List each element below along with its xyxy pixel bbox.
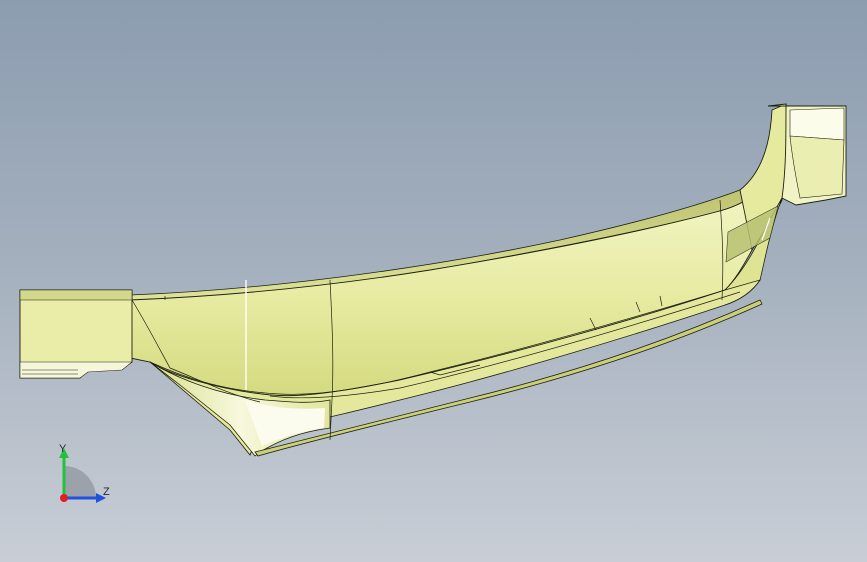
- 3d-model-view[interactable]: [0, 0, 867, 562]
- part-right-block-inner: [789, 135, 845, 199]
- triad-y-label: Y: [59, 443, 67, 455]
- part-right-block-face: [789, 107, 845, 141]
- part-left-block-top: [19, 289, 133, 301]
- 3d-viewport[interactable]: Y Z: [0, 0, 867, 562]
- triad-plane-quadrant: [64, 466, 96, 498]
- triad-x-axis-origin: [60, 494, 68, 502]
- triad-z-label: Z: [103, 486, 110, 498]
